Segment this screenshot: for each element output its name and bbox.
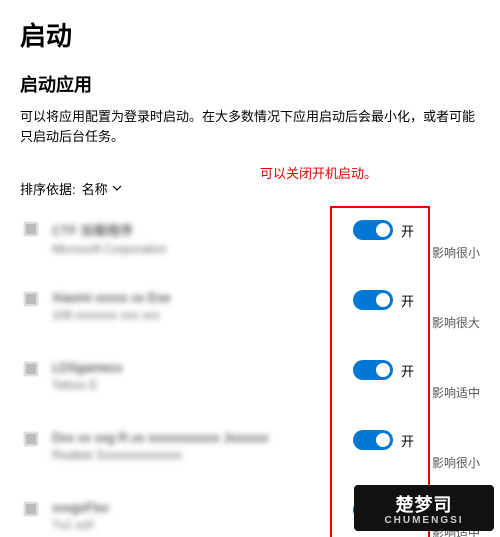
startup-app-row: CTF 加载程序 Microsoft Corporation 开影响很小 xyxy=(20,212,480,282)
toggle-state-label: 开 xyxy=(401,431,414,450)
impact-label: 影响适中 xyxy=(418,384,480,401)
app-icon xyxy=(20,288,42,310)
impact-label: 影响很大 xyxy=(418,314,480,331)
sort-control[interactable]: 排序依据: 名称 xyxy=(20,179,480,198)
app-icon xyxy=(20,358,42,380)
app-publisher: Tx1 xxF. xyxy=(52,518,353,532)
toggle-state-label: 开 xyxy=(401,361,414,380)
startup-toggle[interactable] xyxy=(353,360,393,380)
startup-toggle[interactable] xyxy=(353,430,393,450)
app-publisher: Tafoxx E xyxy=(52,378,353,392)
startup-toggle[interactable] xyxy=(353,220,393,240)
app-icon xyxy=(20,498,42,520)
sort-label: 排序依据: xyxy=(20,179,76,198)
app-icon xyxy=(20,218,42,240)
app-name: CTF 加载程序 xyxy=(52,220,353,239)
section-title: 启动应用 xyxy=(20,71,480,97)
impact-label: 影响很小 xyxy=(418,454,480,471)
sort-value: 名称 xyxy=(82,179,108,198)
app-name: Dxx xx xxg R.xx xxxxxxxxxxx Jxxxxxx xyxy=(52,430,353,445)
app-publisher: 108 xxxxxxx xxx xxx xyxy=(52,308,353,322)
watermark-logo: 楚梦司 CHUMENGSI xyxy=(354,485,494,531)
toggle-state-label: 开 xyxy=(401,291,414,310)
app-name: LDSgamexx xyxy=(52,360,353,375)
app-name: xxxgxFlxx xyxy=(52,500,353,515)
app-name: Xiaomi xxxxx xx Exe xyxy=(52,290,353,305)
app-publisher: Realtek Sxxxxxxxxxxxxx xyxy=(52,448,353,462)
startup-app-row: LDSgamexx Tafoxx E 开影响适中 xyxy=(20,352,480,422)
toggle-state-label: 开 xyxy=(401,221,414,240)
startup-toggle[interactable] xyxy=(353,290,393,310)
startup-app-row: Xiaomi xxxxx xx Exe 108 xxxxxxx xxx xxx 开影… xyxy=(20,282,480,352)
impact-label: 影响很小 xyxy=(418,244,480,261)
app-icon xyxy=(20,428,42,450)
startup-app-row: Dxx xx xxg R.xx xxxxxxxxxxx Jxxxxxx Realt… xyxy=(20,422,480,492)
app-publisher: Microsoft Corporation xyxy=(52,242,353,256)
page-title: 启动 xyxy=(20,16,480,53)
section-description: 可以将应用配置为登录时启动。在大多数情况下应用启动后会最小化，或者可能只启动后台… xyxy=(20,107,480,147)
chevron-down-icon xyxy=(112,181,122,196)
